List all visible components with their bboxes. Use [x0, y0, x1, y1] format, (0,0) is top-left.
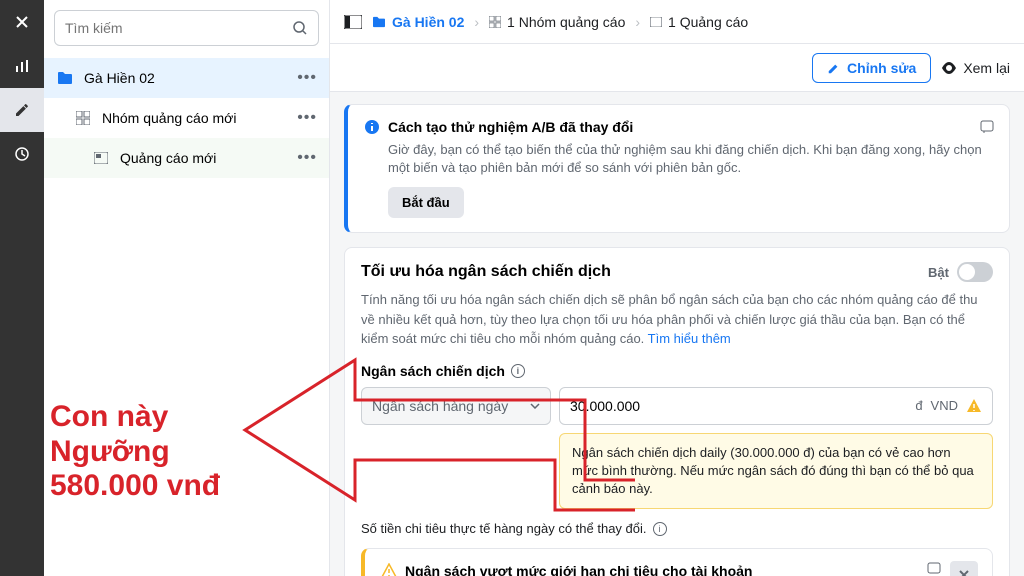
- folder-icon: [372, 16, 386, 28]
- help-icon[interactable]: i: [511, 364, 525, 378]
- edit-button[interactable]: Chỉnh sửa: [812, 53, 931, 83]
- toggle-label: Bật: [928, 265, 949, 280]
- ad-icon: [650, 17, 662, 27]
- spend-limit-warning-card: Ngân sách vượt mức giới hạn chi tiêu cho…: [361, 548, 993, 576]
- tree-campaign[interactable]: Gà Hiền 02 •••: [44, 58, 329, 98]
- budget-note: Số tiền chi tiêu thực tế hàng ngày có th…: [361, 521, 647, 536]
- budget-amount-input[interactable]: đ VND: [559, 387, 993, 425]
- folder-icon: [56, 69, 74, 87]
- tree-campaign-label: Gà Hiền 02: [84, 70, 155, 86]
- breadcrumb: Gà Hiền 02 › 1 Nhóm quảng cáo › 1 Quảng …: [330, 0, 1024, 44]
- more-icon[interactable]: •••: [297, 109, 317, 127]
- chart-icon[interactable]: [0, 44, 44, 88]
- budget-section-title: Tối ưu hóa ngân sách chiến dịch: [361, 263, 611, 281]
- budget-type-select[interactable]: Ngân sách hàng ngày: [361, 387, 551, 425]
- close-icon[interactable]: [0, 0, 44, 44]
- breadcrumb-adset[interactable]: 1 Nhóm quảng cáo: [489, 14, 625, 30]
- close-warning-button[interactable]: [950, 561, 978, 576]
- budget-optimization-card: Tối ưu hóa ngân sách chiến dịch Bật Tính…: [344, 247, 1010, 576]
- chevron-right-icon: ›: [474, 14, 479, 30]
- tree-ad-label: Quảng cáo mới: [120, 150, 216, 166]
- info-icon: [364, 119, 380, 135]
- left-panel: Gà Hiền 02 ••• Nhóm quảng cáo mới ••• Qu…: [44, 0, 330, 576]
- content-scroll[interactable]: Cách tạo thử nghiệm A/B đã thay đổi Giờ …: [330, 92, 1024, 576]
- tree-adset-label: Nhóm quảng cáo mới: [102, 110, 236, 126]
- search-input[interactable]: [54, 10, 319, 46]
- warning-icon: [381, 563, 397, 576]
- flag-icon[interactable]: [979, 119, 995, 140]
- eye-icon: [941, 62, 957, 74]
- tree-adset[interactable]: Nhóm quảng cáo mới •••: [44, 98, 329, 138]
- clock-icon[interactable]: [0, 132, 44, 176]
- info-card-body: Giờ đây, bạn có thể tạo biến thể của thử…: [364, 141, 993, 177]
- more-icon[interactable]: •••: [297, 69, 317, 87]
- ad-icon: [92, 149, 110, 167]
- chevron-down-icon: [530, 403, 540, 409]
- flag-icon[interactable]: [926, 561, 942, 576]
- tree-ad[interactable]: Quảng cáo mới •••: [44, 138, 329, 178]
- learn-more-link[interactable]: Tìm hiểu thêm: [648, 331, 731, 346]
- breadcrumb-campaign[interactable]: Gà Hiền 02: [372, 14, 464, 30]
- grid-icon: [74, 109, 92, 127]
- review-button[interactable]: Xem lại: [941, 60, 1010, 76]
- budget-toggle[interactable]: [957, 262, 993, 282]
- main-panel: Gà Hiền 02 › 1 Nhóm quảng cáo › 1 Quảng …: [330, 0, 1024, 576]
- chevron-right-icon: ›: [635, 14, 640, 30]
- edit-icon[interactable]: [0, 88, 44, 132]
- budget-inline-warning: Ngân sách chiến dịch daily (30.000.000 đ…: [559, 433, 993, 510]
- warn-card-title: Ngân sách vượt mức giới hạn chi tiêu cho…: [405, 563, 752, 576]
- ab-test-info-card: Cách tạo thử nghiệm A/B đã thay đổi Giờ …: [344, 104, 1010, 233]
- start-button[interactable]: Bắt đầu: [388, 187, 464, 218]
- breadcrumb-ad[interactable]: 1 Quảng cáo: [650, 14, 748, 30]
- info-card-title: Cách tạo thử nghiệm A/B đã thay đổi: [388, 119, 633, 135]
- grid-icon: [489, 16, 501, 28]
- help-icon[interactable]: i: [653, 522, 667, 536]
- panel-toggle-icon[interactable]: [344, 15, 362, 29]
- action-bar: Chỉnh sửa Xem lại: [330, 44, 1024, 92]
- search-icon: [292, 20, 308, 36]
- more-icon[interactable]: •••: [297, 149, 317, 167]
- icon-sidebar: [0, 0, 44, 576]
- pencil-icon: [827, 61, 841, 75]
- budget-sub-label: Ngân sách chiến dịch: [361, 363, 505, 379]
- warning-icon: [966, 398, 982, 414]
- nav-tree: Gà Hiền 02 ••• Nhóm quảng cáo mới ••• Qu…: [44, 56, 329, 178]
